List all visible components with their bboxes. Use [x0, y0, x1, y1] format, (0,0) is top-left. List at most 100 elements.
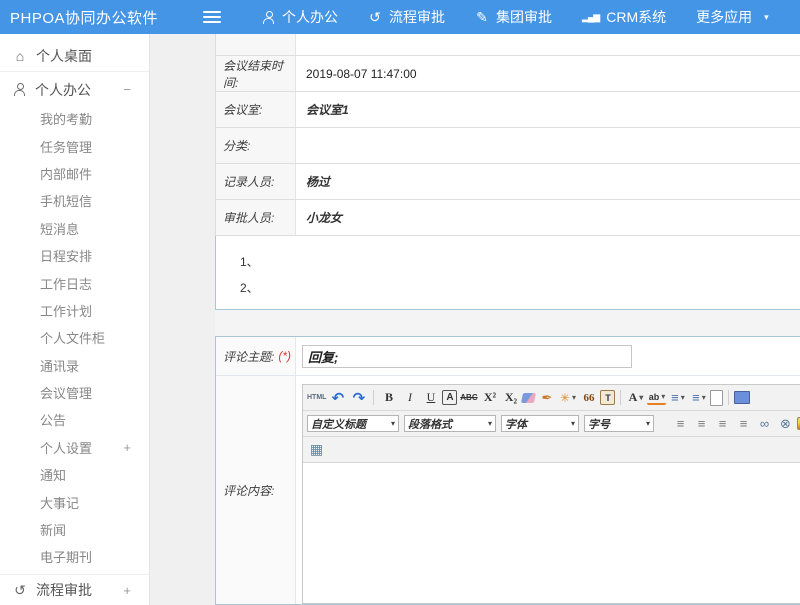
- blockquote-icon[interactable]: 66: [579, 389, 598, 407]
- editor-content-area[interactable]: [303, 463, 800, 603]
- sidebar-item-contacts[interactable]: 通讯录: [0, 352, 149, 379]
- highlight-color-icon[interactable]: ab▾: [647, 391, 666, 405]
- sidebar-item-process-approval[interactable]: ↺流程审批+: [0, 574, 149, 605]
- sidebar-item-label: 个人设置: [40, 438, 92, 457]
- sidebar-item-announcement[interactable]: 公告: [0, 406, 149, 433]
- sidebar-item-e-journal[interactable]: 电子期刊: [0, 543, 149, 570]
- editor-toolbar-row2: 自定义标题▾段落格式▾字体▾字号▾≡≡≡≡∞⊗: [303, 411, 800, 437]
- superscript-button[interactable]: X²: [480, 389, 499, 407]
- table-row: [216, 34, 800, 56]
- sidebar-item-personal-desktop[interactable]: ⌂个人桌面: [0, 40, 149, 72]
- nav-item-more-apps[interactable]: 更多应用▾: [696, 7, 769, 27]
- table-row: 会议结束时间:2019-08-07 11:47:00: [216, 56, 800, 92]
- sidebar-item-personal-file-cabinet[interactable]: 个人文件柜: [0, 324, 149, 351]
- justify-icon[interactable]: ≡: [734, 415, 753, 433]
- unlink-icon[interactable]: ⊗: [776, 415, 795, 433]
- sidebar-item-news[interactable]: 新闻: [0, 516, 149, 543]
- sidebar-item-meeting-management[interactable]: 会议管理: [0, 379, 149, 406]
- align-right-icon[interactable]: ≡: [713, 415, 732, 433]
- sidebar-item-mobile-sms[interactable]: 手机短信: [0, 187, 149, 214]
- sidebar-item-my-attendance[interactable]: 我的考勤: [0, 105, 149, 132]
- sidebar-item-work-log[interactable]: 工作日志: [0, 269, 149, 296]
- redo-icon[interactable]: ↷: [349, 389, 368, 407]
- paragraph-format-select[interactable]: 段落格式▾: [404, 415, 496, 432]
- bar-chart-icon: ▂▄▆: [582, 12, 599, 23]
- sidebar-item-internal-mail[interactable]: 内部邮件: [0, 160, 149, 187]
- paste-as-text-icon[interactable]: T: [600, 390, 615, 405]
- nav-item-label: 个人办公: [282, 7, 338, 27]
- magic-wand-icon[interactable]: ✳▾: [558, 389, 577, 407]
- field-label: 分类:: [216, 128, 296, 163]
- sidebar-item-personal-settings[interactable]: 个人设置 +: [0, 434, 149, 461]
- custom-heading-select-caret: ▾: [391, 419, 395, 428]
- sidebar-item-label: 通讯录: [40, 356, 79, 375]
- subscript-button[interactable]: X₂: [501, 389, 520, 407]
- sidebar-item-label: 任务管理: [40, 137, 92, 156]
- custom-heading-select[interactable]: 自定义标题 ▾: [307, 415, 399, 432]
- collapse-icon[interactable]: −: [123, 82, 131, 97]
- highlight-color-icon-caret: ▾: [661, 392, 665, 401]
- align-left-icon[interactable]: ≡: [671, 415, 690, 433]
- italic-button[interactable]: I: [400, 389, 419, 407]
- sidebar-item-label: 短消息: [40, 219, 79, 238]
- main-content: 会议结束时间:2019-08-07 11:47:00会议室:会议室1分类:记录人…: [215, 34, 800, 605]
- bold-button[interactable]: B: [379, 389, 398, 407]
- sidebar-item-memorabilia[interactable]: 大事记: [0, 488, 149, 515]
- nav-item-label: 流程审批: [389, 7, 445, 27]
- sidebar-item-personal-office[interactable]: 个人办公−: [0, 74, 149, 105]
- editor-cell: HTML↶↷BIUAABCX²X₂✒✳▾66TA▾ab▾≡▾≡▾ 自定义标题▾段…: [296, 376, 800, 604]
- unordered-list-icon[interactable]: ≡▾: [689, 389, 708, 407]
- toolbar-row2-icons: ≡≡≡≡∞⊗: [671, 415, 800, 433]
- nav-item-group-approval[interactable]: ✎集团审批: [475, 7, 552, 27]
- sidebar-item-work-plan[interactable]: 工作计划: [0, 297, 149, 324]
- insert-table-icon[interactable]: ▦: [307, 441, 326, 459]
- sidebar-item-label: 工作日志: [40, 274, 92, 293]
- comment-content-label: 评论内容:: [223, 482, 274, 499]
- sidebar-item-short-message[interactable]: 短消息: [0, 215, 149, 242]
- expand-icon[interactable]: +: [123, 440, 131, 455]
- field-value: [296, 128, 800, 163]
- font-color-icon[interactable]: A▾: [626, 389, 645, 407]
- sidebar-item-task-management[interactable]: 任务管理: [0, 132, 149, 159]
- format-brush-icon[interactable]: ✒: [537, 389, 556, 407]
- new-page-icon[interactable]: [710, 390, 723, 406]
- comment-subject-value-cell: [296, 337, 800, 375]
- sidebar-item-notification[interactable]: 通知: [0, 461, 149, 488]
- sidebar-item-label: 个人文件柜: [40, 328, 105, 347]
- editor-toolbar-row3: ▦: [303, 437, 800, 463]
- nav-item-crm-system[interactable]: ▂▄▆ CRM系统: [582, 7, 666, 27]
- eraser-icon[interactable]: [521, 393, 536, 403]
- sidebar-item-schedule[interactable]: 日程安排: [0, 242, 149, 269]
- sidebar-gutter: [150, 34, 215, 605]
- comment-table: 评论主题: (*) 评论内容: HTML↶↷BIUAABCX²X₂✒✳▾66TA…: [215, 336, 800, 605]
- field-label: 审批人员:: [216, 200, 296, 235]
- nav-item-personal-office[interactable]: 个人办公: [262, 7, 338, 27]
- ordered-list-icon[interactable]: ≡▾: [668, 389, 687, 407]
- nav-item-process-approval[interactable]: ↺流程审批: [368, 7, 445, 27]
- custom-heading-select-label: 自定义标题: [311, 416, 366, 432]
- field-label: 会议结束时间:: [216, 56, 296, 91]
- table-row: 会议室:会议室1: [216, 92, 800, 128]
- hamburger-menu-icon[interactable]: [203, 11, 221, 23]
- html-source-button[interactable]: HTML: [307, 389, 326, 407]
- comment-content-label-cell: 评论内容:: [216, 376, 296, 604]
- undo-icon[interactable]: ↶: [328, 389, 347, 407]
- underline-button[interactable]: U: [421, 389, 440, 407]
- comment-subject-input[interactable]: [302, 345, 632, 368]
- font-family-select-caret: ▾: [571, 419, 575, 428]
- unordered-list-icon-caret: ▾: [702, 393, 706, 402]
- strikethrough-button[interactable]: ABC: [459, 389, 478, 407]
- align-center-icon[interactable]: ≡: [692, 415, 711, 433]
- link-icon[interactable]: ∞: [755, 415, 774, 433]
- font-family-select-label: 字体: [505, 416, 527, 432]
- table-row: 审批人员:小龙女: [216, 200, 800, 236]
- meeting-notes-box: 1、2、: [215, 236, 800, 310]
- font-style-box-icon[interactable]: A: [442, 390, 457, 405]
- font-family-select[interactable]: 字体 ▾: [501, 415, 579, 432]
- note-line: 1、: [216, 248, 800, 274]
- fullscreen-monitor-icon[interactable]: [734, 391, 750, 404]
- nav-item-label: CRM系统: [606, 7, 666, 27]
- field-label: [216, 34, 296, 55]
- font-size-select[interactable]: 字号▾: [584, 415, 654, 432]
- expand-icon[interactable]: +: [123, 583, 131, 598]
